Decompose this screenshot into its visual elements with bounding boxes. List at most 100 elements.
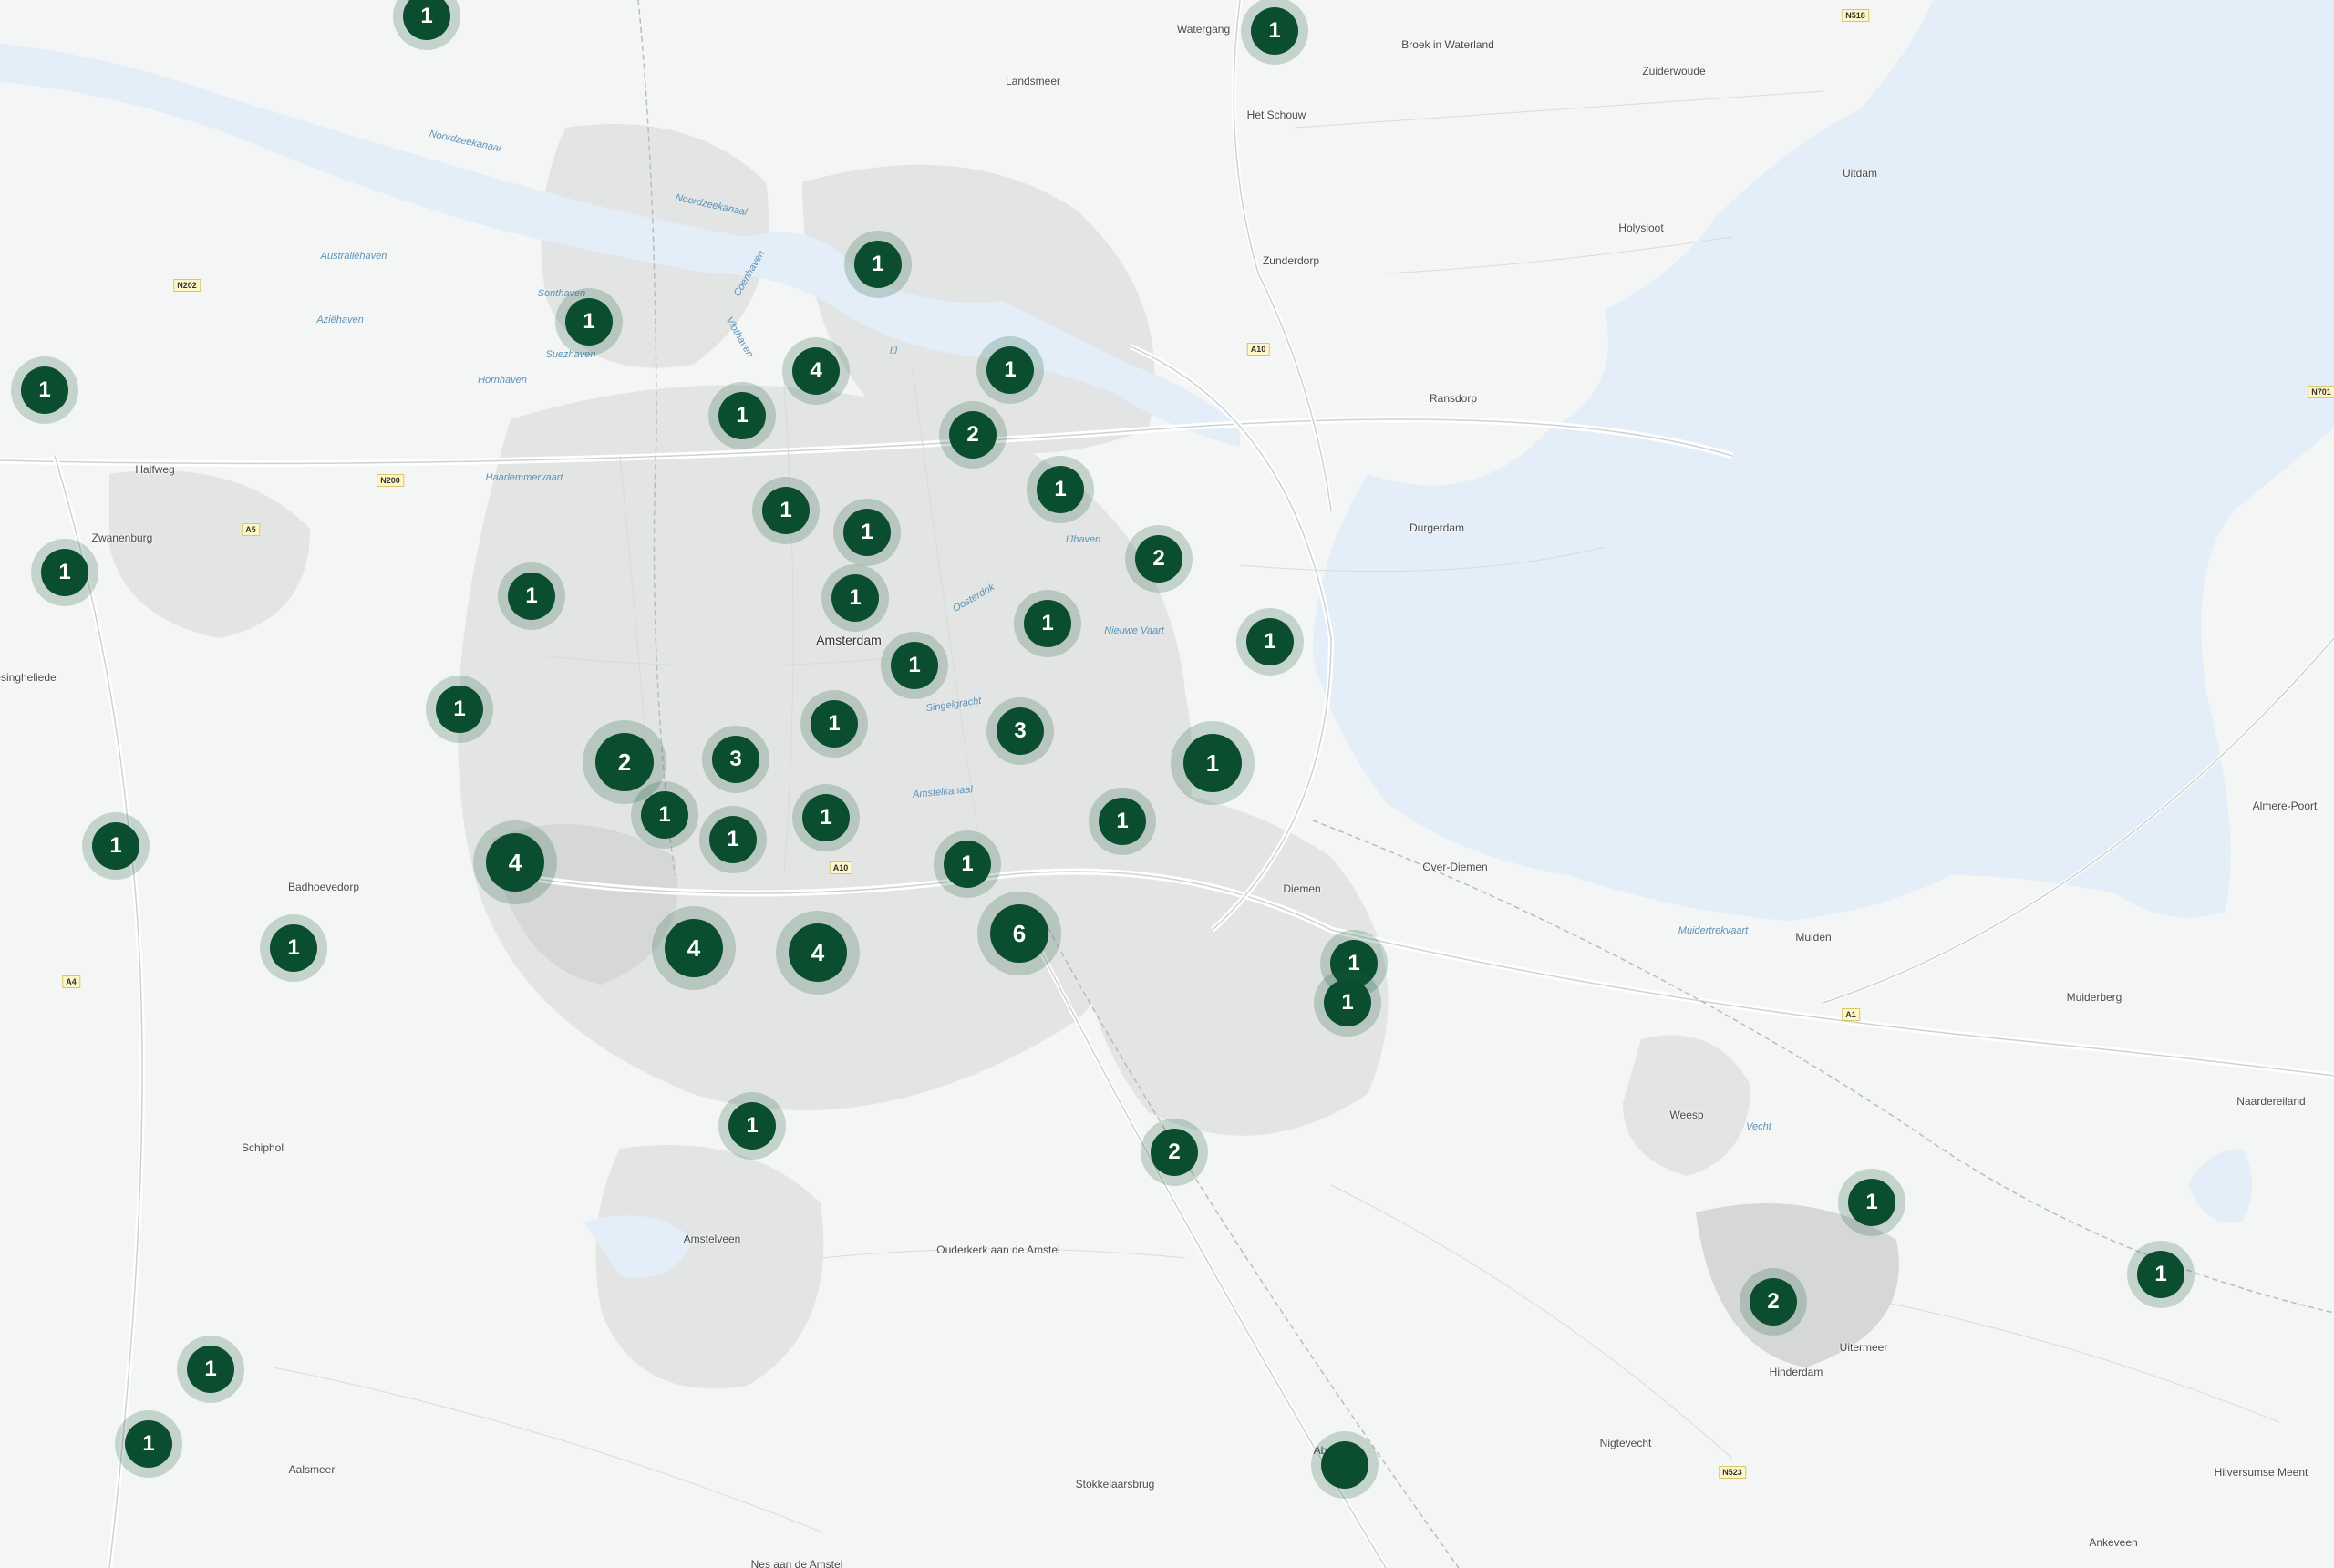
cluster-count <box>1321 1441 1368 1489</box>
cluster-marker[interactable]: 3 <box>986 697 1054 765</box>
cluster-marker[interactable]: 1 <box>31 539 98 606</box>
cluster-marker[interactable]: 1 <box>1241 0 1308 65</box>
cluster-marker[interactable]: 1 <box>260 914 327 982</box>
water-label: Australiëhaven <box>320 251 387 262</box>
road-shield: N518 <box>1842 9 1869 22</box>
place-label: Landsmeer <box>1005 75 1061 88</box>
place-label: Muiden <box>1795 931 1832 944</box>
cluster-marker[interactable]: 1 <box>498 562 565 630</box>
place-label: Durgerdam <box>1409 521 1465 534</box>
cluster-count: 1 <box>762 487 810 534</box>
cluster-marker[interactable]: 1 <box>833 499 901 566</box>
cluster-marker[interactable]: 1 <box>2127 1241 2195 1308</box>
cluster-marker[interactable]: 1 <box>631 781 698 849</box>
cluster-marker[interactable]: 4 <box>473 820 557 904</box>
road-shield: A5 <box>242 523 260 536</box>
cluster-count: 1 <box>718 392 766 439</box>
cluster-marker[interactable]: 1 <box>426 676 493 743</box>
map-canvas[interactable]: Watergang Broek in Waterland Zuiderwoude… <box>0 0 2334 1568</box>
water-label: Haarlemmervaart <box>485 472 563 483</box>
water-label: Vecht <box>1746 1121 1771 1132</box>
place-label: Weesp <box>1669 1109 1704 1121</box>
cluster-count: 1 <box>1099 798 1146 845</box>
water-label: Muidertrekvaart <box>1678 925 1749 936</box>
cluster-marker[interactable]: 4 <box>782 337 850 405</box>
place-label: Watergang <box>1176 23 1231 36</box>
cluster-count: 1 <box>891 642 938 689</box>
cluster-count: 1 <box>1246 618 1294 665</box>
place-label: Uitermeer <box>1839 1341 1888 1354</box>
water-label: IJ <box>889 346 898 356</box>
place-label: Zunderdorp <box>1262 254 1320 267</box>
cluster-marker[interactable]: 1 <box>800 690 868 758</box>
cluster-count: 1 <box>92 822 139 870</box>
cluster-count: 4 <box>789 923 847 982</box>
cluster-marker[interactable]: 1 <box>792 784 860 851</box>
cluster-marker[interactable]: 1 <box>718 1092 786 1160</box>
road-shield: A1 <box>1842 1008 1860 1021</box>
cluster-count: 1 <box>187 1346 234 1393</box>
cluster-marker[interactable]: 1 <box>1236 608 1304 676</box>
cluster-marker[interactable]: 1 <box>82 812 150 880</box>
road-shield: A10 <box>829 861 852 874</box>
cluster-count: 1 <box>854 241 902 288</box>
cluster-count: 1 <box>728 1102 776 1150</box>
cluster-marker[interactable]: 1 <box>1171 721 1255 805</box>
cluster-marker[interactable]: 2 <box>1125 525 1193 593</box>
basemap <box>0 0 2334 1568</box>
cluster-marker[interactable]: 1 <box>699 806 767 873</box>
place-label: Almere-Poort <box>2252 799 2318 812</box>
place-label: Ouderkerk aan de Amstel <box>936 1243 1060 1256</box>
cluster-count: 4 <box>792 347 840 395</box>
cluster-marker[interactable]: 1 <box>1014 590 1081 657</box>
cluster-count: 2 <box>949 411 997 459</box>
place-label: Hinderdam <box>1769 1366 1823 1378</box>
cluster-marker[interactable]: 1 <box>844 231 912 298</box>
cluster-marker[interactable]: 6 <box>977 892 1061 975</box>
cluster-marker[interactable]: 2 <box>1740 1268 1807 1336</box>
cluster-marker[interactable]: 1 <box>752 477 820 544</box>
cluster-count: 1 <box>811 700 858 748</box>
cluster-marker[interactable]: 3 <box>702 726 769 793</box>
cluster-marker[interactable]: 4 <box>652 906 736 990</box>
cluster-marker[interactable]: 2 <box>1141 1119 1208 1186</box>
place-label: Diemen <box>1283 882 1321 895</box>
place-label: Over-Diemen <box>1422 861 1488 873</box>
cluster-count: 1 <box>41 549 88 596</box>
place-label: Aalsmeer <box>288 1463 336 1476</box>
water-label: IJhaven <box>1065 534 1101 545</box>
road-shield: N701 <box>2308 386 2334 398</box>
cluster-count: 1 <box>1848 1179 1895 1226</box>
cluster-marker[interactable]: 1 <box>1089 788 1156 855</box>
cluster-count: 4 <box>665 919 723 977</box>
cluster-marker[interactable]: 1 <box>934 830 1001 898</box>
cluster-count: 1 <box>1183 734 1242 792</box>
place-label: Badhoevedorp <box>287 881 360 893</box>
cluster-marker[interactable]: 1 <box>821 564 889 632</box>
cluster-count: 1 <box>270 924 317 972</box>
place-label: Nes aan de Amstel <box>750 1558 843 1568</box>
cluster-marker[interactable]: 1 <box>976 336 1044 404</box>
cluster-marker[interactable]: 2 <box>939 401 1007 469</box>
cluster-marker[interactable]: 1 <box>708 382 776 449</box>
cluster-marker[interactable]: 1 <box>177 1336 244 1403</box>
place-label-city: Amsterdam <box>816 633 882 647</box>
cluster-marker[interactable]: 1 <box>1314 969 1381 1037</box>
cluster-count: 2 <box>1151 1129 1198 1176</box>
cluster-marker[interactable]: 1 <box>11 356 78 424</box>
cluster-marker[interactable]: 1 <box>115 1410 182 1478</box>
cluster-marker[interactable]: 1 <box>1838 1169 1905 1236</box>
place-label: Muiderberg <box>2066 991 2122 1004</box>
cluster-marker[interactable] <box>1311 1431 1379 1499</box>
cluster-count: 1 <box>1324 979 1371 1026</box>
cluster-count: 1 <box>403 0 450 40</box>
cluster-count: 3 <box>997 707 1044 755</box>
cluster-marker[interactable]: 1 <box>881 632 948 699</box>
cluster-count: 1 <box>565 298 613 346</box>
cluster-count: 2 <box>1135 535 1182 583</box>
cluster-marker[interactable]: 1 <box>1027 456 1094 523</box>
cluster-marker[interactable]: 1 <box>555 288 623 356</box>
water-label: Nieuwe Vaart <box>1104 625 1164 636</box>
place-label: esingheliede <box>0 671 57 684</box>
cluster-marker[interactable]: 4 <box>776 911 860 995</box>
